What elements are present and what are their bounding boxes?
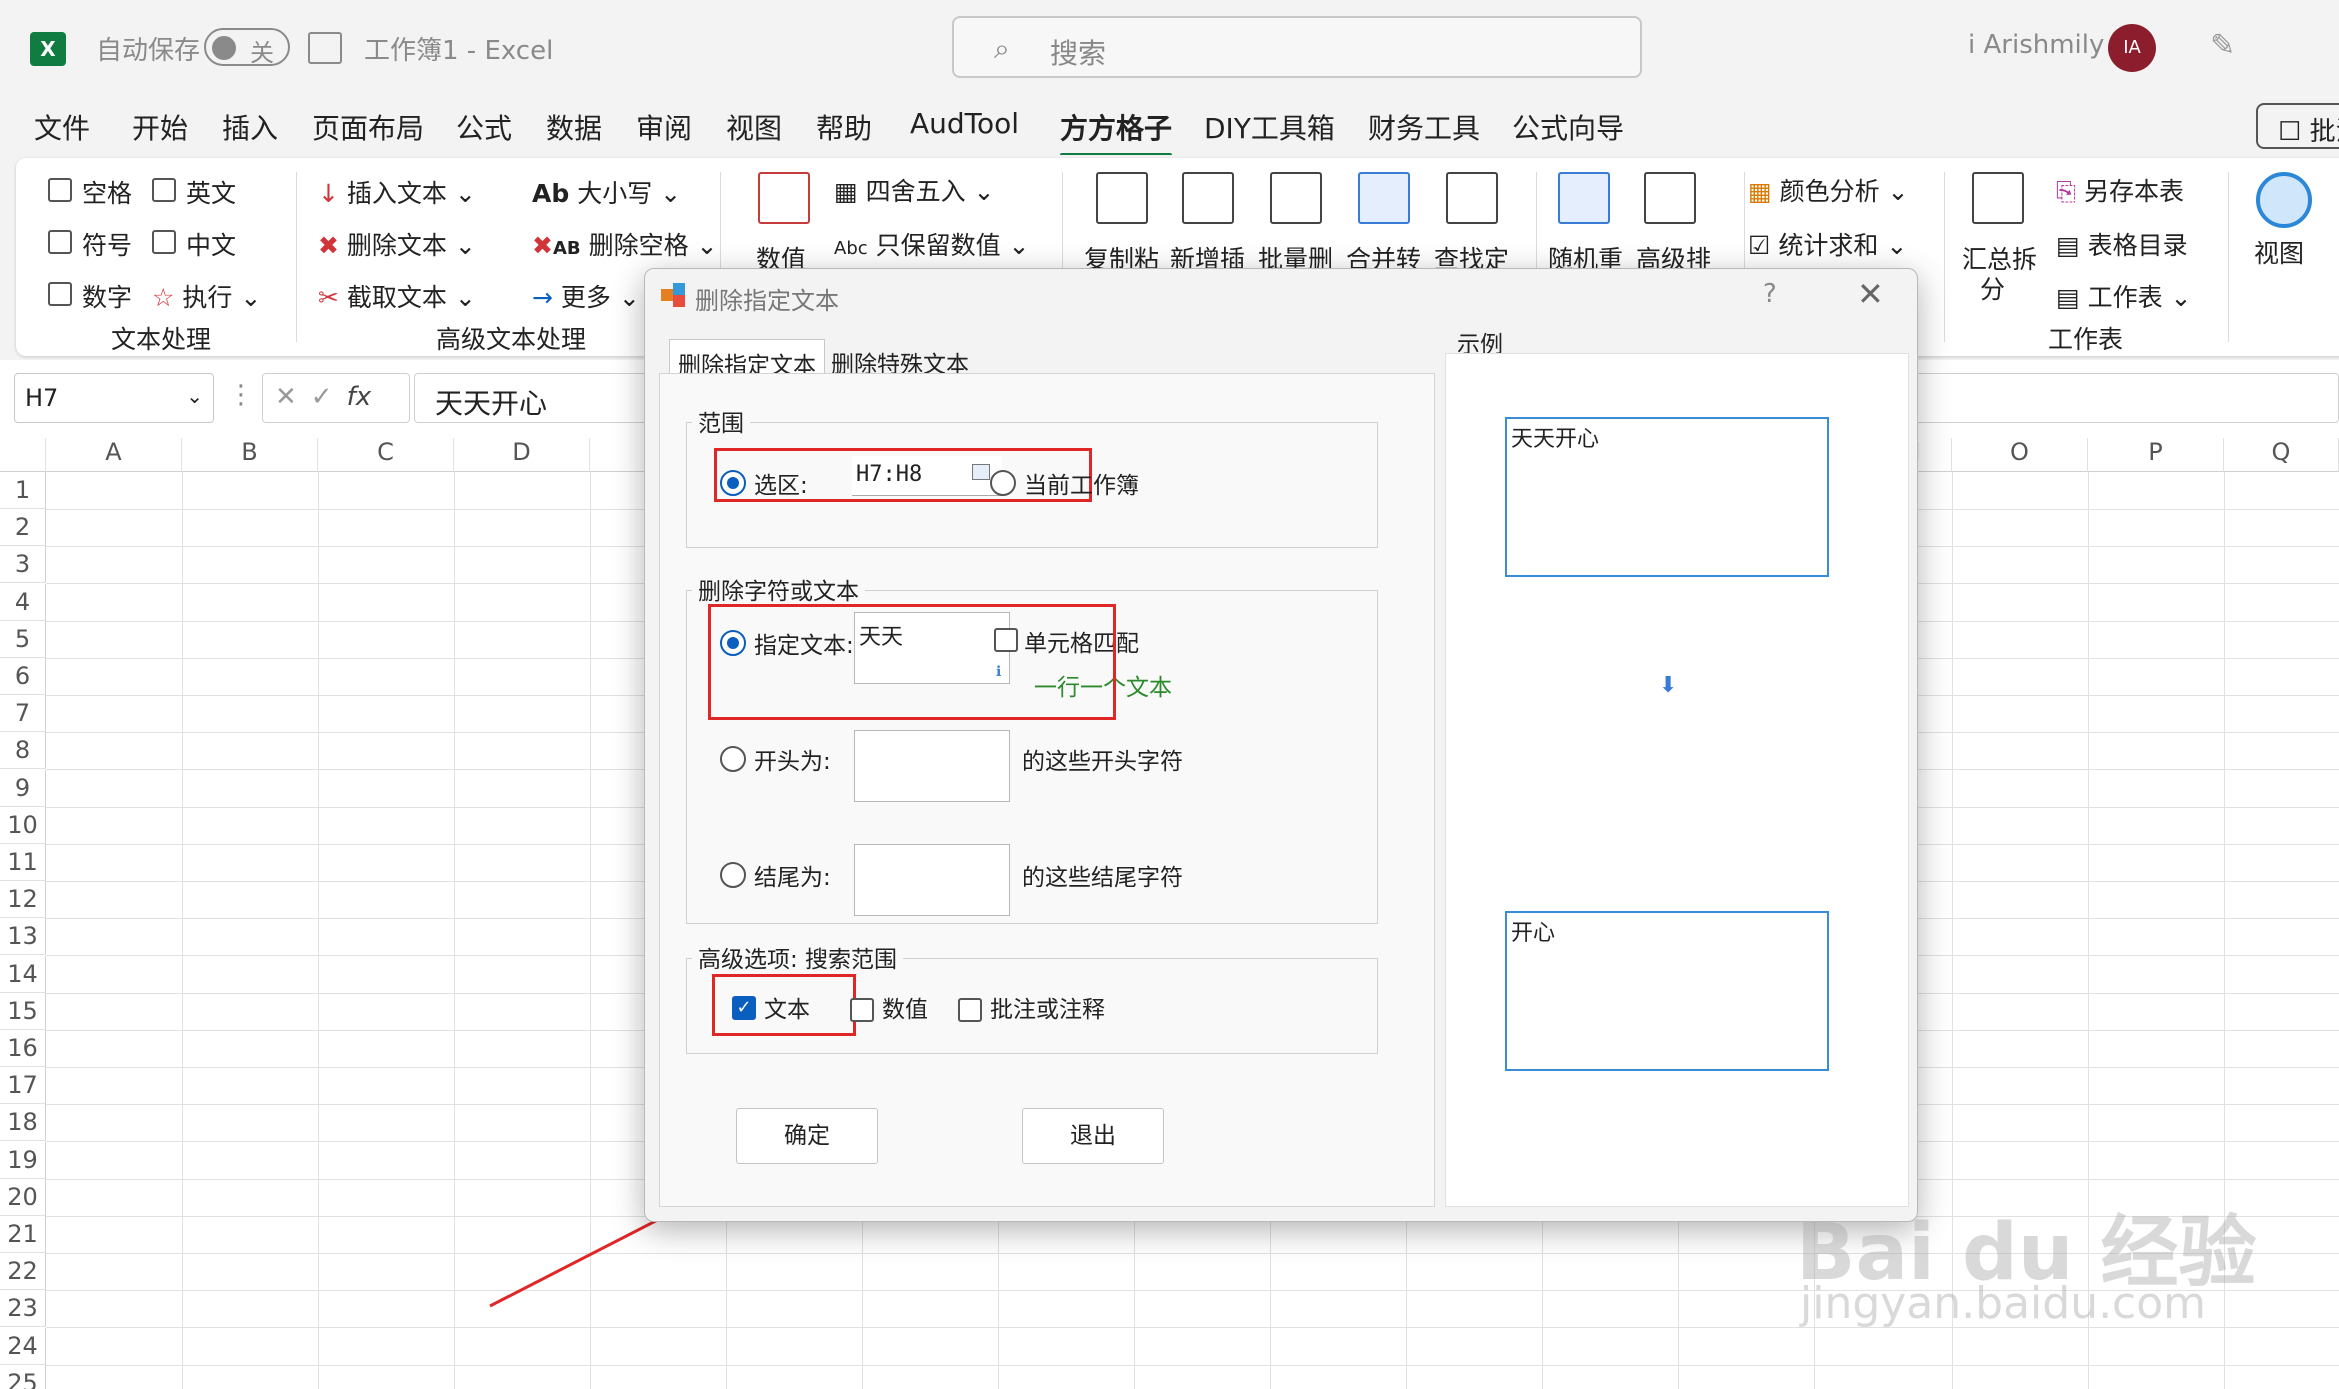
starts-with-input[interactable] [854, 730, 1010, 802]
dialog-app-icon [661, 283, 687, 309]
starts-with-suffix: 的这些开头字符 [1022, 749, 1183, 775]
baidu-watermark-url: jingyan.baidu.com [1800, 1278, 2207, 1329]
advanced-legend: 高级选项: 搜索范围 [692, 940, 904, 974]
options-panel: 范围 选区: H7:H8 当前工作簿 删除字符或文本 指定文本: 天天 单元格匹… [659, 373, 1435, 1207]
number-checkbox[interactable] [850, 998, 874, 1022]
highlight-text-option [712, 974, 856, 1036]
help-button[interactable]: ? [1763, 279, 1777, 309]
exit-button[interactable]: 退出 [1022, 1108, 1164, 1164]
starts-with-radio[interactable] [720, 746, 746, 772]
ends-with-suffix: 的这些结尾字符 [1022, 865, 1183, 891]
ends-with-input[interactable] [854, 844, 1010, 916]
current-workbook-radio[interactable] [990, 470, 1016, 496]
close-icon[interactable]: ✕ [1857, 275, 1884, 313]
arrow-down-icon: ⬇ [1659, 673, 1678, 698]
ok-button[interactable]: 确定 [736, 1108, 878, 1164]
delete-legend: 删除字符或文本 [692, 572, 865, 606]
delete-text-dialog: 删除指定文本 ? ✕ 删除指定文本 删除特殊文本 范围 选区: H7:H8 当前… [644, 268, 1918, 1222]
range-legend: 范围 [692, 404, 750, 438]
ends-with-radio[interactable] [720, 862, 746, 888]
example-after: 开心 [1505, 911, 1829, 1071]
number-checkbox-label: 数值 [882, 997, 928, 1023]
dialog-title: 删除指定文本 [695, 287, 839, 315]
example-panel: 示例 天天开心 ⬇ 开心 [1445, 325, 1909, 1207]
current-workbook-label: 当前工作簿 [1024, 473, 1139, 499]
comment-checkbox-label: 批注或注释 [990, 997, 1105, 1023]
ends-with-label: 结尾为: [754, 865, 831, 891]
comment-checkbox[interactable] [958, 998, 982, 1022]
highlight-specified-text [708, 604, 1116, 720]
starts-with-label: 开头为: [754, 749, 831, 775]
example-before: 天天开心 [1505, 417, 1829, 577]
